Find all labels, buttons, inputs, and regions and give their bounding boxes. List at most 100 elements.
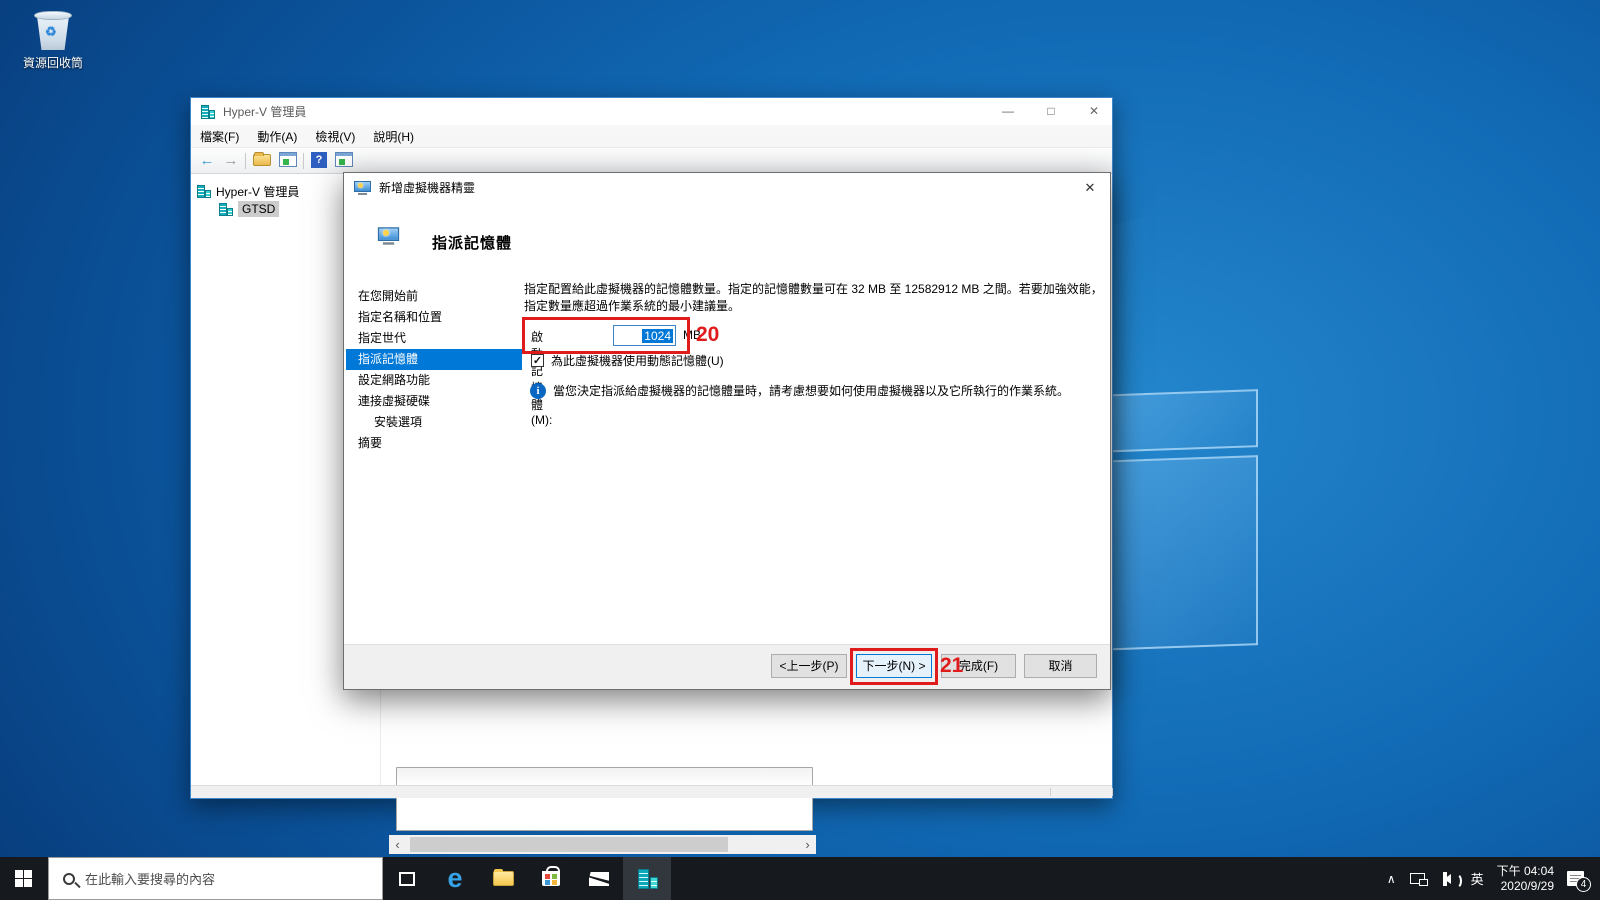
- step-name-location[interactable]: 指定名稱和位置: [346, 307, 522, 328]
- menu-help[interactable]: 說明(H): [364, 128, 423, 145]
- memory-info-text: 當您決定指派給虛擬機器的記憶體量時，請考慮想要如何使用虛擬機器以及它所執行的作業…: [553, 383, 1069, 399]
- input-language-indicator[interactable]: 英: [1471, 869, 1484, 888]
- recycle-bin-desktop-icon[interactable]: ♻ 資源回收筒: [8, 8, 98, 71]
- windows-logo-icon: [15, 870, 32, 887]
- manager-window-title: Hyper-V 管理員: [223, 103, 306, 120]
- toolbar-separator: [303, 153, 304, 169]
- startup-memory-input[interactable]: 1024: [613, 325, 676, 346]
- dynamic-memory-row[interactable]: ✓ 為此虛擬機器使用動態記憶體(U): [531, 352, 724, 369]
- wizard-page-icon: [378, 227, 399, 245]
- step-configure-networking[interactable]: 設定網路功能: [346, 370, 522, 391]
- tree-item-host[interactable]: GTSD: [219, 200, 279, 218]
- network-icon[interactable]: [1410, 873, 1425, 884]
- system-tray: ∧ 英 下午 04:04 2020/9/29 4: [1380, 857, 1600, 900]
- manager-menubar: 檔案(F) 動作(A) 檢視(V) 說明(H): [191, 125, 1112, 148]
- hyperv-icon: [636, 869, 658, 889]
- host-tree-icon: [219, 203, 233, 216]
- info-icon: i: [530, 383, 546, 399]
- menu-action[interactable]: 動作(A): [248, 128, 306, 145]
- recycle-bin-icon: ♻: [33, 8, 73, 52]
- wizard-footer: <上一步(P) 下一步(N) > 完成(F) 取消: [344, 644, 1110, 689]
- scrollbar-thumb[interactable]: [410, 837, 728, 852]
- console-window-icon[interactable]: [335, 152, 353, 167]
- horizontal-scrollbar[interactable]: ‹ ›: [389, 835, 816, 854]
- back-button[interactable]: <上一步(P): [771, 654, 847, 678]
- file-explorer-button[interactable]: [479, 857, 527, 900]
- scroll-right-icon[interactable]: ›: [799, 835, 816, 854]
- wizard-page-title: 指派記憶體: [432, 232, 512, 253]
- edge-icon: e: [447, 865, 462, 892]
- search-icon: [63, 873, 75, 885]
- task-view-icon: [399, 872, 415, 886]
- toolbar-separator: [245, 153, 246, 169]
- taskbar-clock[interactable]: 下午 04:04 2020/9/29: [1497, 864, 1554, 894]
- wizard-titlebar[interactable]: 新增虛擬機器精靈 ✕: [344, 173, 1110, 202]
- clock-time: 下午 04:04: [1497, 864, 1554, 879]
- close-button[interactable]: ✕: [1077, 98, 1111, 124]
- manager-statusbar: [191, 785, 1112, 798]
- volume-icon[interactable]: [1439, 874, 1457, 884]
- memory-intro-text: 指定配置給此虛擬機器的記憶體數量。指定的記憶體數量可在 32 MB 至 1258…: [524, 281, 1104, 315]
- step-summary[interactable]: 摘要: [346, 433, 522, 454]
- wizard-app-icon: [354, 181, 371, 195]
- wizard-step-list: 在您開始前 指定名稱和位置 指定世代 指派記憶體 設定網路功能 連接虛擬硬碟 安…: [346, 286, 522, 454]
- dynamic-memory-checkbox[interactable]: ✓: [531, 354, 544, 367]
- store-button[interactable]: [527, 857, 575, 900]
- wizard-header: 指派記憶體: [344, 202, 1110, 278]
- edge-button[interactable]: e: [431, 857, 479, 900]
- scrollbar-track[interactable]: [406, 835, 799, 854]
- clock-date: 2020/9/29: [1497, 879, 1554, 894]
- wallpaper-window-pane-top: [1096, 389, 1258, 453]
- hyperv-taskbar-button[interactable]: [623, 857, 671, 900]
- memory-info-row: i 當您決定指派給虛擬機器的記憶體量時，請考慮想要如何使用虛擬機器以及它所執行的…: [530, 383, 1069, 399]
- annotation-number-21: 21: [940, 654, 963, 678]
- tray-chevron-icon[interactable]: ∧: [1387, 872, 1396, 886]
- desktop-background: ♻ 資源回收筒 Hyper-V 管理員 — □ ✕ 檔案(F) 動作(A) 檢視…: [0, 0, 1600, 900]
- search-placeholder: 在此輸入要搜尋的內容: [85, 869, 215, 888]
- hyperv-app-icon: [201, 105, 215, 119]
- forward-arrow-icon[interactable]: →: [221, 151, 241, 171]
- wizard-content: 指定配置給此虛擬機器的記憶體數量。指定的記憶體數量可在 32 MB 至 1258…: [524, 281, 1102, 315]
- step-connect-vhd[interactable]: 連接虛擬硬碟: [346, 391, 522, 412]
- step-assign-memory[interactable]: 指派記憶體: [346, 349, 522, 370]
- annotation-number-20: 20: [696, 323, 719, 347]
- back-arrow-icon[interactable]: ←: [197, 151, 217, 171]
- export-folder-icon[interactable]: [253, 154, 271, 166]
- hyperv-tree-icon: [197, 185, 211, 198]
- action-center-icon: 4: [1567, 871, 1584, 886]
- scroll-left-icon[interactable]: ‹: [389, 835, 406, 854]
- wallpaper-window-pane-bottom: [1096, 455, 1258, 651]
- dynamic-memory-label: 為此虛擬機器使用動態記憶體(U): [551, 352, 724, 369]
- action-center-button[interactable]: 4: [1567, 871, 1584, 886]
- task-view-button[interactable]: [383, 857, 431, 900]
- step-installation-options[interactable]: 安裝選項: [346, 412, 522, 433]
- step-generation[interactable]: 指定世代: [346, 328, 522, 349]
- checkpoint-list-box: [396, 767, 813, 831]
- file-explorer-icon: [493, 871, 514, 886]
- start-button[interactable]: [0, 857, 48, 900]
- maximize-button[interactable]: □: [1034, 98, 1068, 124]
- next-button[interactable]: 下一步(N) >: [856, 654, 932, 678]
- help-icon[interactable]: ?: [311, 152, 327, 168]
- step-before-you-begin[interactable]: 在您開始前: [346, 286, 522, 307]
- menu-file[interactable]: 檔案(F): [191, 128, 248, 145]
- store-icon: [542, 871, 560, 886]
- recycle-bin-label: 資源回收筒: [8, 54, 98, 71]
- taskbar: 在此輸入要搜尋的內容 e ∧ 英 下午 04:04 2020/9/29: [0, 857, 1600, 900]
- startup-memory-label: 啟動記憶體(M):: [531, 328, 552, 427]
- tree-item-root[interactable]: Hyper-V 管理員: [197, 182, 299, 200]
- manager-toolbar: ← → ?: [191, 148, 1112, 174]
- startup-memory-value: 1024: [642, 329, 673, 343]
- wizard-close-icon[interactable]: ✕: [1080, 179, 1100, 197]
- taskbar-search-box[interactable]: 在此輸入要搜尋的內容: [48, 857, 383, 900]
- minimize-button[interactable]: —: [991, 98, 1025, 124]
- cancel-button[interactable]: 取消: [1024, 654, 1097, 678]
- console-window-icon[interactable]: [279, 152, 297, 167]
- tree-host-label: GTSD: [238, 201, 279, 217]
- wizard-title: 新增虛擬機器精靈: [379, 179, 475, 196]
- menu-view[interactable]: 檢視(V): [306, 128, 364, 145]
- new-vm-wizard-dialog: 新增虛擬機器精靈 ✕ 指派記憶體 在您開始前 指定名稱和位置 指定世代 指派記憶…: [343, 172, 1111, 690]
- manager-titlebar[interactable]: Hyper-V 管理員 — □ ✕: [191, 98, 1112, 125]
- mail-button[interactable]: [575, 857, 623, 900]
- mail-icon: [589, 872, 609, 886]
